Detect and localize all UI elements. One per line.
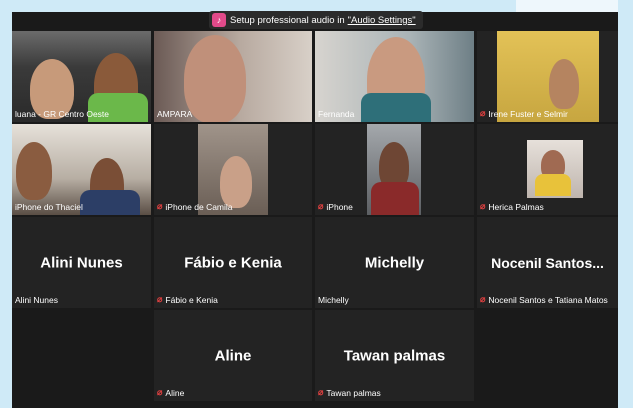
participant-display-name: Alini Nunes [40, 254, 123, 271]
participant-shirt [371, 182, 419, 215]
participant-shirt [361, 93, 431, 122]
participant-display-name: Aline [214, 347, 252, 364]
participant-figure [549, 59, 579, 109]
participant-tile[interactable]: Tawan palmas ⌀ Tawan palmas [315, 310, 474, 401]
participant-tile[interactable]: Fábio e Kenia ⌀ Fábio e Kenia [154, 217, 312, 308]
participant-tile[interactable]: iPhone do Thaciel [12, 124, 151, 215]
participant-tile[interactable]: luana - GR Centro Oeste [12, 31, 151, 122]
participant-figure [16, 142, 52, 200]
participant-figure [184, 35, 246, 122]
mic-muted-icon: ⌀ [318, 201, 324, 211]
participant-name: ⌀ Tawan palmas [318, 387, 381, 398]
mic-muted-icon: ⌀ [157, 387, 163, 397]
participant-tile[interactable]: Aline ⌀ Aline [154, 310, 312, 401]
participant-display-name: Michelly [364, 254, 425, 271]
mic-muted-icon: ⌀ [480, 108, 486, 118]
participant-name: ⌀ Herica Palmas [480, 201, 544, 212]
participant-tile[interactable]: ⌀ iPhone de Camila [154, 124, 312, 215]
music-note-icon: ♪ [212, 13, 226, 27]
participant-name: iPhone do Thaciel [15, 202, 83, 212]
window-frame-top-right [516, 0, 633, 12]
participant-name: luana - GR Centro Oeste [15, 109, 110, 119]
participant-tile[interactable]: ⌀ Herica Palmas [477, 124, 618, 215]
participant-tile[interactable]: Alini Nunes Alini Nunes [12, 217, 151, 308]
participant-name: ⌀ Irene Fuster e Selmir [480, 108, 568, 119]
participant-name: Fernanda [318, 109, 355, 119]
participant-name: ⌀ Nocenil Santos e Tatiana Matos [480, 294, 608, 305]
audio-settings-banner[interactable]: ♪ Setup professional audio in "Audio Set… [209, 11, 423, 29]
mic-muted-icon: ⌀ [480, 294, 486, 304]
participant-name: ⌀ Fábio e Kenia [157, 294, 218, 305]
mic-muted-icon: ⌀ [480, 201, 486, 211]
participant-name: AMPARA [157, 109, 193, 119]
mic-muted-icon: ⌀ [318, 387, 324, 397]
banner-text: Setup professional audio in [230, 14, 345, 26]
participant-display-name: Fábio e Kenia [184, 254, 282, 271]
participant-tile[interactable]: ⌀ iPhone [315, 124, 474, 215]
participant-name: Alini Nunes [15, 295, 58, 305]
window-frame-left [0, 0, 12, 408]
mic-muted-icon: ⌀ [157, 201, 163, 211]
participant-display-name: Nocenil Santos... [491, 254, 604, 271]
mic-muted-icon: ⌀ [157, 294, 163, 304]
participant-name: ⌀ iPhone [318, 201, 353, 212]
audio-settings-link[interactable]: "Audio Settings" [348, 15, 416, 26]
participant-name: ⌀ Aline [157, 387, 185, 398]
participant-tile[interactable]: AMPARA [154, 31, 312, 122]
participant-tile[interactable]: Nocenil Santos... ⌀ Nocenil Santos e Tati… [477, 217, 618, 308]
participant-tile[interactable]: ⌀ Irene Fuster e Selmir [477, 31, 618, 122]
participant-name: Michelly [318, 295, 349, 305]
participant-shirt [80, 190, 140, 215]
participant-tile[interactable]: Michelly Michelly [315, 217, 474, 308]
participant-name: ⌀ iPhone de Camila [157, 201, 233, 212]
participant-shirt [535, 174, 571, 196]
participant-tile-active[interactable]: Fernanda [315, 31, 474, 122]
window-frame-right [618, 0, 633, 408]
participant-display-name: Tawan palmas [343, 347, 446, 364]
